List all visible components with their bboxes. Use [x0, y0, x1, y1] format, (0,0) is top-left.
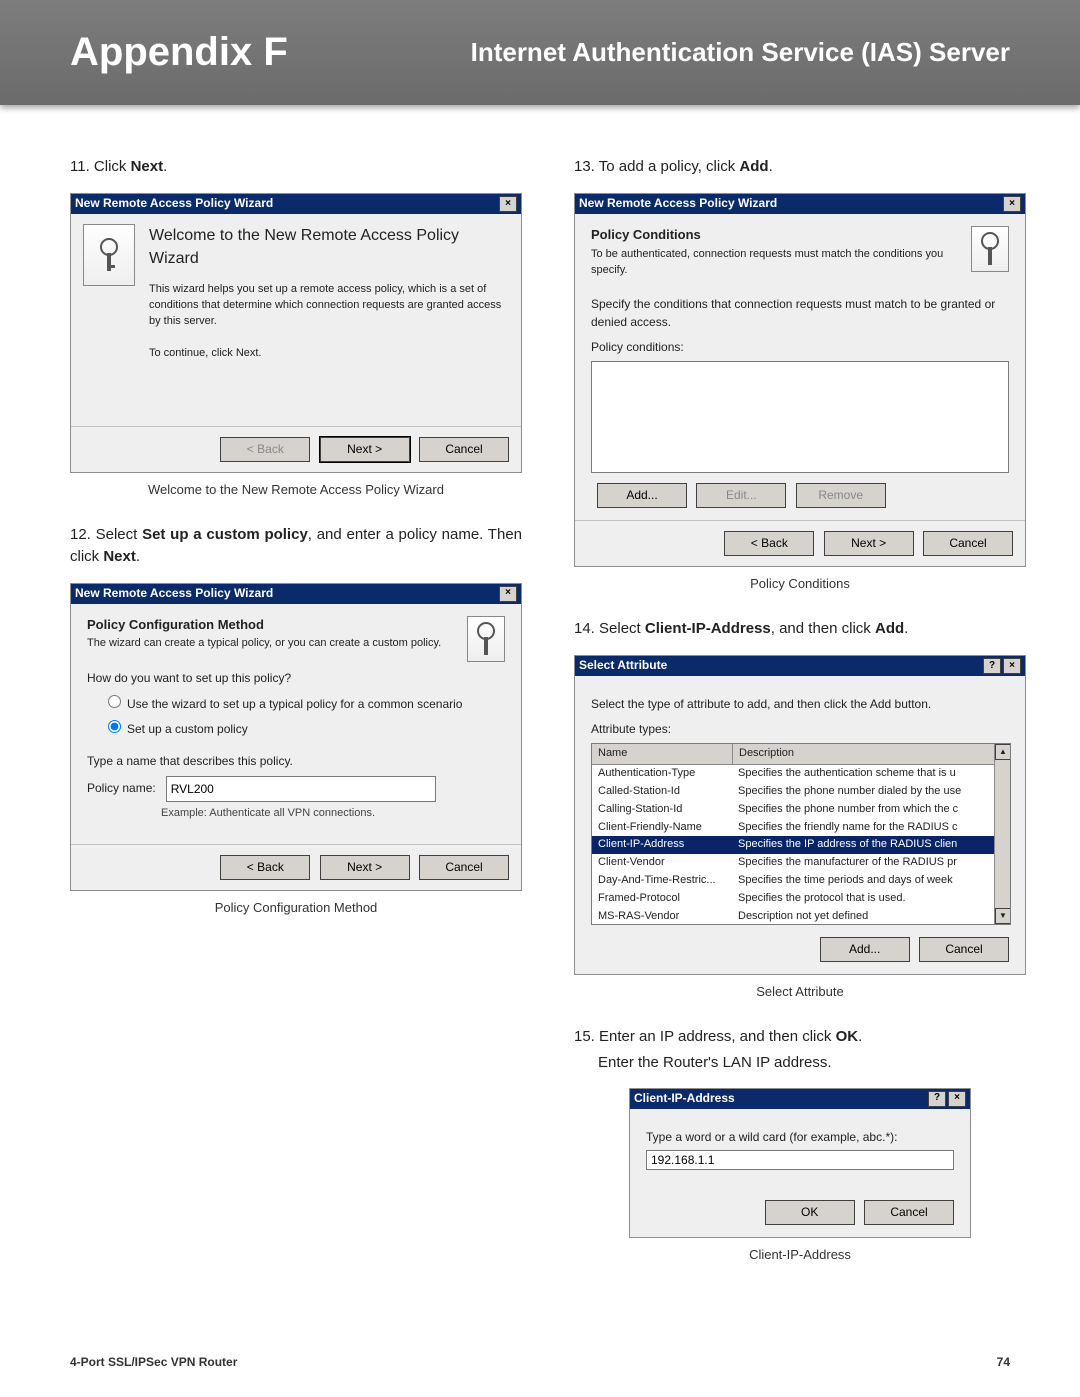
remove-button: Remove [796, 483, 886, 508]
panel-subheading: To be authenticated, connection requests… [591, 247, 963, 279]
conditions-listbox[interactable] [591, 361, 1009, 473]
list-item[interactable]: Client-Friendly-NameSpecifies the friend… [592, 819, 1010, 837]
back-button[interactable]: < Back [220, 855, 310, 880]
window-title: Select Attribute [579, 657, 667, 674]
edit-button: Edit... [696, 483, 786, 508]
step-12: 12. Select Set up a custom policy, and e… [70, 524, 522, 568]
ok-button[interactable]: OK [765, 1200, 855, 1225]
conditions-label: Policy conditions: [591, 339, 1009, 356]
list-item[interactable]: Day-And-Time-Restric...Specifies the tim… [592, 872, 1010, 890]
instruction-text: Specify the conditions that connection r… [591, 296, 1009, 331]
wizard-key-icon [83, 224, 135, 286]
col-name[interactable]: Name [592, 744, 733, 764]
instruction-text: Type a word or a wild card (for example,… [646, 1129, 954, 1146]
cancel-button[interactable]: Cancel [419, 855, 509, 880]
add-button[interactable]: Add... [820, 937, 910, 962]
add-button[interactable]: Add... [597, 483, 687, 508]
page-title-left: Appendix F [70, 30, 288, 75]
wizard-key-icon [971, 226, 1009, 272]
col-description[interactable]: Description [733, 744, 1010, 764]
radio-typical-policy[interactable]: Use the wizard to set up a typical polic… [103, 692, 505, 713]
scrollbar[interactable]: ▲ ▼ [994, 744, 1010, 924]
figure-caption: Policy Configuration Method [70, 899, 522, 918]
ip-address-input[interactable] [646, 1150, 954, 1170]
footer-page-number: 74 [997, 1355, 1010, 1369]
radio-custom-policy[interactable]: Set up a custom policy [103, 717, 505, 738]
help-icon[interactable]: ? [928, 1091, 946, 1107]
back-button: < Back [220, 437, 310, 462]
panel-heading: Policy Configuration Method [87, 616, 459, 635]
figure-caption: Policy Conditions [574, 575, 1026, 594]
attribute-types-label: Attribute types: [591, 721, 1009, 738]
policy-name-label: Policy name: [87, 780, 156, 797]
left-column: 11. Click Next. New Remote Access Policy… [70, 141, 522, 1289]
figure-caption: Client-IP-Address [574, 1246, 1026, 1265]
close-icon[interactable]: × [499, 196, 517, 212]
cancel-button[interactable]: Cancel [923, 531, 1013, 556]
page-title-right: Internet Authentication Service (IAS) Se… [471, 37, 1010, 68]
close-icon[interactable]: × [1003, 658, 1021, 674]
wizard-key-icon [467, 616, 505, 662]
policy-conditions-window: New Remote Access Policy Wizard × Policy… [574, 193, 1026, 568]
list-item[interactable]: Framed-ProtocolSpecifies the protocol th… [592, 890, 1010, 908]
scroll-up-icon[interactable]: ▲ [995, 744, 1011, 760]
footer-product: 4-Port SSL/IPSec VPN Router [70, 1355, 237, 1369]
back-button[interactable]: < Back [724, 531, 814, 556]
list-item[interactable]: Client-VendorSpecifies the manufacturer … [592, 854, 1010, 872]
policy-config-window: New Remote Access Policy Wizard × Policy… [70, 583, 522, 892]
cancel-button[interactable]: Cancel [919, 937, 1009, 962]
close-icon[interactable]: × [499, 586, 517, 602]
window-title: Client-IP-Address [634, 1090, 735, 1107]
list-item[interactable]: Calling-Station-IdSpecifies the phone nu… [592, 801, 1010, 819]
close-icon[interactable]: × [948, 1091, 966, 1107]
next-button[interactable]: Next > [320, 855, 410, 880]
scroll-down-icon[interactable]: ▼ [995, 908, 1011, 924]
select-attribute-window: Select Attribute ?× Select the type of a… [574, 655, 1026, 975]
step-14: 14. Select Client-IP-Address, and then c… [574, 618, 1026, 640]
list-item[interactable]: MS-RAS-VendorDescription not yet defined [592, 908, 1010, 925]
step-15: 15. Enter an IP address, and then click … [574, 1026, 1026, 1048]
figure-caption: Welcome to the New Remote Access Policy … [70, 481, 522, 500]
policy-name-input[interactable] [166, 776, 436, 802]
window-title: New Remote Access Policy Wizard [75, 195, 273, 212]
wizard-continue-hint: To continue, click Next. [149, 346, 509, 362]
cancel-button[interactable]: Cancel [419, 437, 509, 462]
attribute-listview[interactable]: Name Description Authentication-TypeSpec… [591, 743, 1011, 925]
close-icon[interactable]: × [1003, 196, 1021, 212]
step-11: 11. Click Next. [70, 156, 522, 178]
client-ip-window: Client-IP-Address ?× Type a word or a wi… [629, 1088, 971, 1239]
cancel-button[interactable]: Cancel [864, 1200, 954, 1225]
question-label: How do you want to set up this policy? [87, 670, 505, 687]
wizard-description: This wizard helps you set up a remote ac… [149, 282, 509, 330]
example-text: Example: Authenticate all VPN connection… [161, 806, 505, 822]
instruction-text: Select the type of attribute to add, and… [591, 696, 1009, 713]
list-item[interactable]: Client-IP-AddressSpecifies the IP addres… [592, 836, 1010, 854]
step-15-sub: Enter the Router's LAN IP address. [598, 1052, 1026, 1074]
panel-subheading: The wizard can create a typical policy, … [87, 636, 459, 652]
wizard-heading: Welcome to the New Remote Access Policy … [149, 224, 509, 270]
list-item[interactable]: Authentication-TypeSpecifies the authent… [592, 765, 1010, 783]
window-title: New Remote Access Policy Wizard [75, 585, 273, 602]
next-button[interactable]: Next > [824, 531, 914, 556]
help-icon[interactable]: ? [983, 658, 1001, 674]
figure-caption: Select Attribute [574, 983, 1026, 1002]
panel-heading: Policy Conditions [591, 226, 963, 245]
step-13: 13. To add a policy, click Add. [574, 156, 1026, 178]
window-title: New Remote Access Policy Wizard [579, 195, 777, 212]
type-name-label: Type a name that describes this policy. [87, 753, 505, 770]
list-item[interactable]: Called-Station-IdSpecifies the phone num… [592, 783, 1010, 801]
right-column: 13. To add a policy, click Add. New Remo… [574, 141, 1026, 1289]
next-button[interactable]: Next > [320, 437, 410, 462]
wizard-welcome-window: New Remote Access Policy Wizard × Welcom… [70, 193, 522, 474]
